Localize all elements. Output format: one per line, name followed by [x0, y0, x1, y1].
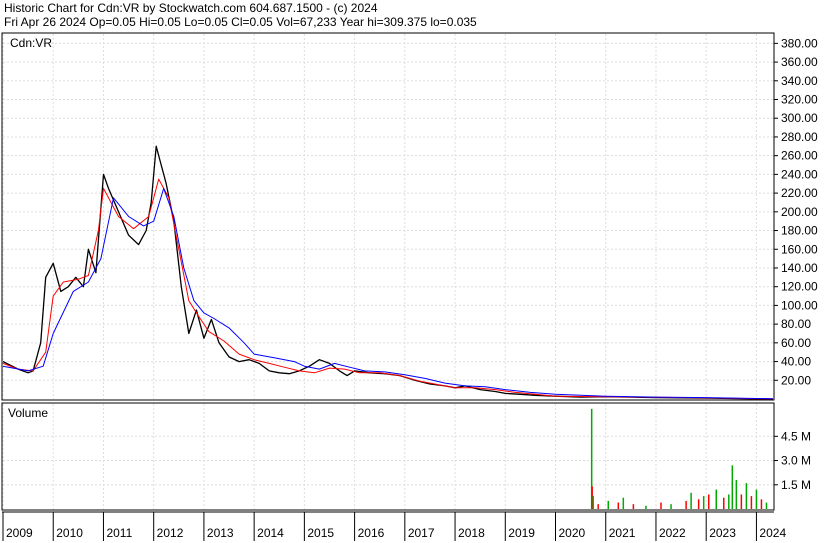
price-y-tick-label: 60.00 [781, 336, 811, 350]
price-y-tick-label: 260.00 [781, 149, 818, 163]
x-axis-year-label: 2010 [56, 526, 83, 540]
x-axis-year-label: 2015 [307, 526, 334, 540]
price-y-tick-label: 140.00 [781, 261, 818, 275]
price-y-tick-label: 40.00 [781, 355, 811, 369]
price-y-tick-label: 80.00 [781, 317, 811, 331]
x-axis-year-label: 2019 [508, 526, 535, 540]
x-axis-year-label: 2017 [408, 526, 435, 540]
x-axis-year-label: 2012 [157, 526, 184, 540]
price-y-tick-label: 220.00 [781, 186, 818, 200]
price-y-tick-label: 120.00 [781, 280, 818, 294]
price-y-tick-label: 20.00 [781, 373, 811, 387]
price-panel [1, 32, 775, 401]
volume-y-axis: 1.5 M 3.0 M 4.5 M [774, 429, 811, 492]
price-panel-title: Cdn:VR [10, 36, 52, 50]
x-axis-year-label: 2020 [559, 526, 586, 540]
price-y-tick-label: 100.00 [781, 298, 818, 312]
x-axis-year-label: 2021 [609, 526, 636, 540]
price-y-tick-label: 240.00 [781, 167, 818, 181]
volume-y-tick-label: 4.5 M [781, 429, 811, 443]
x-axis-year-label: 2018 [458, 526, 485, 540]
x-axis-year-label: 2014 [257, 526, 284, 540]
price-y-axis: 20.00 40.00 60.00 80.00 100.00 120.00 140.00 16… [774, 36, 818, 387]
x-axis-year-label: 2013 [207, 526, 234, 540]
price-y-tick-label: 160.00 [781, 242, 818, 256]
price-y-tick-label: 200.00 [781, 205, 818, 219]
x-axis-year-label: 2024 [759, 526, 786, 540]
price-y-tick-label: 280.00 [781, 130, 818, 144]
price-y-tick-label: 340.00 [781, 74, 818, 88]
stock-chart: 20.00 40.00 60.00 80.00 100.00 120.00 140.00 16… [1, 32, 818, 541]
x-axis-year-label: 2011 [106, 526, 132, 540]
x-axis-year-label: 2022 [659, 526, 686, 540]
price-y-tick-label: 180.00 [781, 224, 818, 238]
x-axis-year-label: 2009 [6, 526, 33, 540]
price-y-tick-label: 360.00 [781, 55, 818, 69]
volume-y-tick-label: 1.5 M [781, 478, 811, 492]
volume-panel [1, 402, 775, 511]
x-axis-year-label: 2016 [358, 526, 385, 540]
volume-y-tick-label: 3.0 M [781, 454, 811, 468]
price-y-tick-label: 300.00 [781, 111, 818, 125]
price-y-tick-label: 380.00 [781, 36, 818, 50]
price-y-tick-label: 320.00 [781, 93, 818, 107]
volume-panel-title: Volume [8, 406, 48, 420]
x-axis-year-label: 2023 [709, 526, 736, 540]
